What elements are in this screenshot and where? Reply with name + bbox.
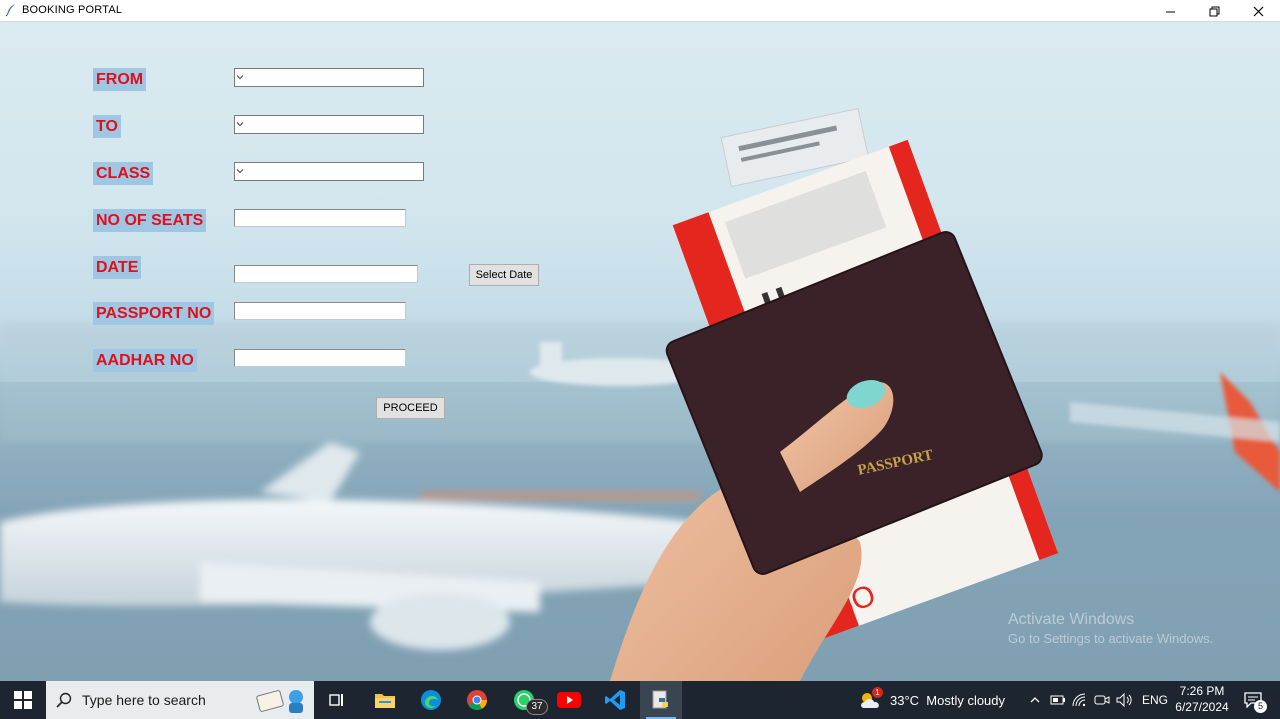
volume-button[interactable]	[1114, 681, 1136, 719]
network-button[interactable]	[1070, 681, 1090, 719]
edge-button[interactable]	[412, 681, 450, 719]
chevron-down-icon	[236, 169, 244, 174]
battery-button[interactable]	[1048, 681, 1068, 719]
from-label: FROM	[93, 68, 147, 91]
search-placeholder: Type here to search	[82, 692, 206, 708]
chevron-down-icon	[236, 122, 244, 127]
minimize-button[interactable]	[1148, 0, 1192, 22]
activate-windows-watermark: Activate Windows Go to Settings to activ…	[1008, 611, 1213, 646]
youtube-button[interactable]	[550, 681, 588, 719]
seats-input[interactable]	[234, 209, 406, 227]
python-icon	[652, 690, 668, 709]
search-box[interactable]: Type here to search	[46, 681, 314, 719]
task-view-icon	[329, 694, 343, 706]
aadhar-input[interactable]	[234, 349, 406, 367]
notification-count: 5	[1254, 700, 1267, 713]
aadhar-label: AADHAR NO	[93, 349, 197, 372]
python-app-button[interactable]	[640, 681, 682, 719]
from-select[interactable]	[234, 68, 424, 87]
to-label: TO	[93, 115, 121, 138]
edge-icon	[421, 690, 441, 710]
passport-label: PASSPORT NO	[93, 302, 215, 325]
seats-label: NO OF SEATS	[93, 209, 207, 232]
to-select[interactable]	[234, 115, 424, 134]
file-explorer-button[interactable]	[366, 681, 404, 719]
speaker-icon	[1116, 693, 1132, 707]
weather-button[interactable]: 1	[856, 681, 886, 719]
close-icon	[1253, 6, 1263, 16]
windows-icon	[14, 691, 32, 709]
camera-icon	[1094, 695, 1110, 705]
proceed-button[interactable]: PROCEED	[376, 397, 445, 419]
restore-icon	[1209, 6, 1219, 16]
whatsapp-button[interactable]: 37	[504, 681, 548, 719]
clock[interactable]: 7:26 PM 6/27/2024	[1170, 684, 1234, 714]
watermark-subtitle: Go to Settings to activate Windows.	[1008, 631, 1214, 646]
chevron-down-icon	[236, 75, 244, 80]
date-label: DATE	[93, 256, 142, 279]
weather-text: 33°C Mostly cloudy	[890, 693, 1006, 708]
search-icon	[56, 692, 72, 708]
notifications-button[interactable]: 5	[1238, 681, 1268, 719]
class-select[interactable]	[234, 162, 424, 181]
search-highlight-icon	[256, 690, 303, 713]
select-date-button[interactable]: Select Date	[469, 264, 539, 286]
chrome-button[interactable]	[458, 681, 496, 719]
background-image: BO PASSPORT FROM TO CLASS NO OF SEATS DA…	[0, 22, 1280, 681]
clock-date: 6/27/2024	[1175, 700, 1229, 714]
class-label: CLASS	[93, 162, 154, 185]
meet-button[interactable]	[1092, 681, 1112, 719]
start-button[interactable]	[0, 681, 46, 719]
language-indicator[interactable]: ENG	[1142, 693, 1168, 707]
battery-icon	[1050, 695, 1065, 705]
youtube-icon	[557, 692, 581, 708]
window-title: BOOKING PORTAL	[22, 4, 123, 16]
weather-badge: 1	[872, 687, 883, 698]
passport-input[interactable]	[234, 302, 406, 320]
show-hidden-icons-button[interactable]	[1026, 681, 1044, 719]
close-button[interactable]	[1236, 0, 1280, 22]
folder-icon	[375, 694, 395, 708]
wifi-icon	[1072, 693, 1086, 707]
chrome-icon	[467, 690, 488, 711]
chevron-up-icon	[1030, 697, 1040, 703]
vscode-button[interactable]	[596, 681, 634, 719]
feather-icon	[4, 3, 18, 17]
watermark-title: Activate Windows	[1008, 611, 1135, 628]
whatsapp-badge: 37	[526, 699, 548, 715]
vscode-icon	[605, 690, 625, 710]
date-input[interactable]	[234, 265, 418, 283]
title-bar: BOOKING PORTAL	[0, 0, 1280, 22]
taskbar: Type here to search 37 1 33°C Mostly clo…	[0, 681, 1280, 719]
restore-button[interactable]	[1192, 0, 1236, 22]
minimize-icon	[1165, 11, 1175, 12]
task-view-button[interactable]	[320, 681, 354, 719]
clock-time: 7:26 PM	[1179, 684, 1225, 698]
